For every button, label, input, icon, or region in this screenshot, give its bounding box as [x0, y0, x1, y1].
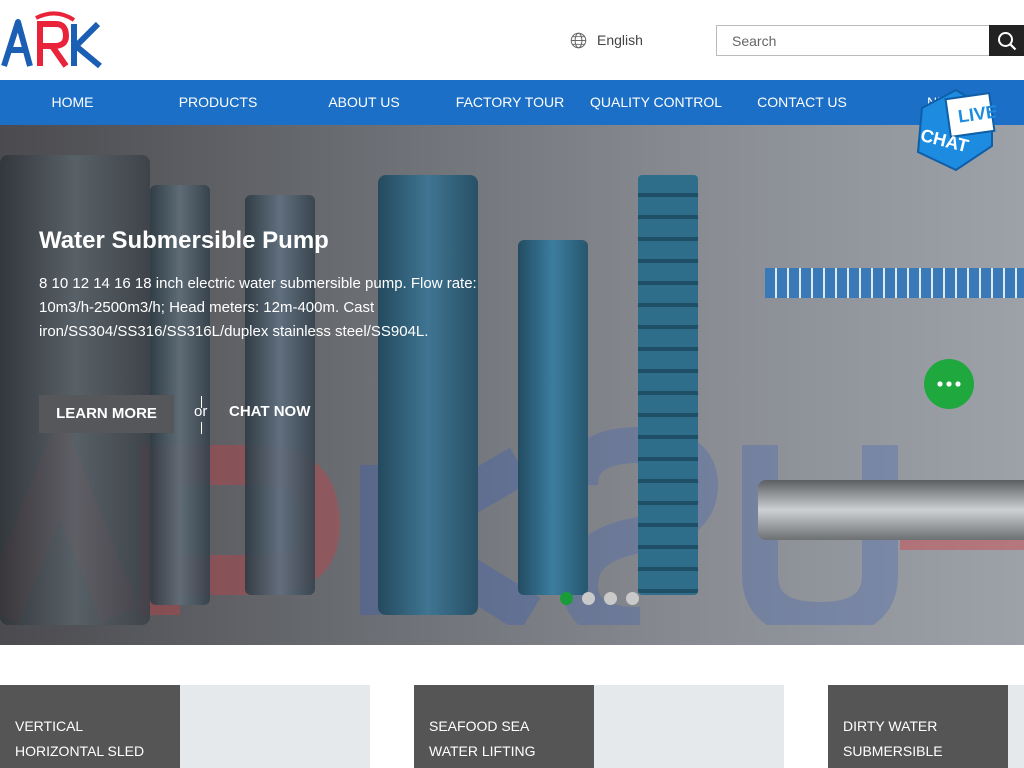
- site-header: English: [0, 0, 1024, 80]
- separator-line: [201, 422, 202, 434]
- nav-item-about-us[interactable]: ABOUT US: [291, 80, 437, 125]
- hero-slider[interactable]: Water Submersible Pump 8 10 12 14 16 18 …: [0, 125, 1024, 645]
- language-label: English: [597, 32, 643, 48]
- category-card-image: [1008, 685, 1024, 768]
- slide-dot-1[interactable]: [560, 592, 573, 605]
- hero-title: Water Submersible Pump: [39, 227, 329, 254]
- pump-image-8: [758, 480, 1024, 540]
- category-card-label: DIRTY WATER SUBMERSIBLE: [828, 685, 1008, 768]
- nav-item-products[interactable]: PRODUCTS: [145, 80, 291, 125]
- ellipsis-icon: [937, 381, 961, 387]
- company-logo[interactable]: [0, 8, 104, 72]
- slide-dot-4[interactable]: [626, 592, 639, 605]
- main-navigation: HOME PRODUCTS ABOUT US FACTORY TOUR QUAL…: [0, 80, 1024, 125]
- slider-pagination: [560, 592, 648, 605]
- slide-dot-2[interactable]: [582, 592, 595, 605]
- or-separator: or: [194, 403, 208, 420]
- chat-now-button[interactable]: CHAT NOW: [229, 403, 310, 420]
- category-card[interactable]: VERTICAL HORIZONTAL SLED: [0, 685, 370, 768]
- category-card-label: SEAFOOD SEA WATER LIFTING SUBMERSIBLE: [414, 685, 594, 768]
- pump-image-7: [765, 268, 1024, 298]
- pump-image-3: [245, 195, 315, 595]
- search-button[interactable]: [989, 25, 1024, 56]
- category-card[interactable]: DIRTY WATER SUBMERSIBLE: [828, 685, 1024, 768]
- category-card[interactable]: SEAFOOD SEA WATER LIFTING SUBMERSIBLE: [414, 685, 784, 768]
- pump-image-4: [378, 175, 478, 615]
- slide-dot-3[interactable]: [604, 592, 617, 605]
- product-category-cards: VERTICAL HORIZONTAL SLED SEAFOOD SEA WAT…: [0, 685, 1024, 768]
- globe-icon: [570, 32, 587, 48]
- nav-item-contact-us[interactable]: CONTACT US: [729, 80, 875, 125]
- pump-image-1: [0, 155, 150, 625]
- hero-description: 8 10 12 14 16 18 inch electric water sub…: [39, 275, 477, 340]
- nav-item-quality-control[interactable]: QUALITY CONTROL: [583, 80, 729, 125]
- pump-image-6: [638, 175, 698, 595]
- language-selector[interactable]: English: [570, 30, 643, 50]
- search-input[interactable]: [716, 25, 990, 56]
- live-chat-badge[interactable]: LIVE CHAT: [912, 86, 996, 176]
- search-icon: [997, 31, 1016, 50]
- more-options-button[interactable]: [924, 359, 974, 409]
- category-card-image: [180, 685, 370, 768]
- category-card-image: [594, 685, 784, 768]
- learn-more-button[interactable]: LEARN MORE: [39, 395, 174, 433]
- nav-item-home[interactable]: HOME: [0, 80, 145, 125]
- nav-item-factory-tour[interactable]: FACTORY TOUR: [437, 80, 583, 125]
- category-card-label: VERTICAL HORIZONTAL SLED: [0, 685, 180, 768]
